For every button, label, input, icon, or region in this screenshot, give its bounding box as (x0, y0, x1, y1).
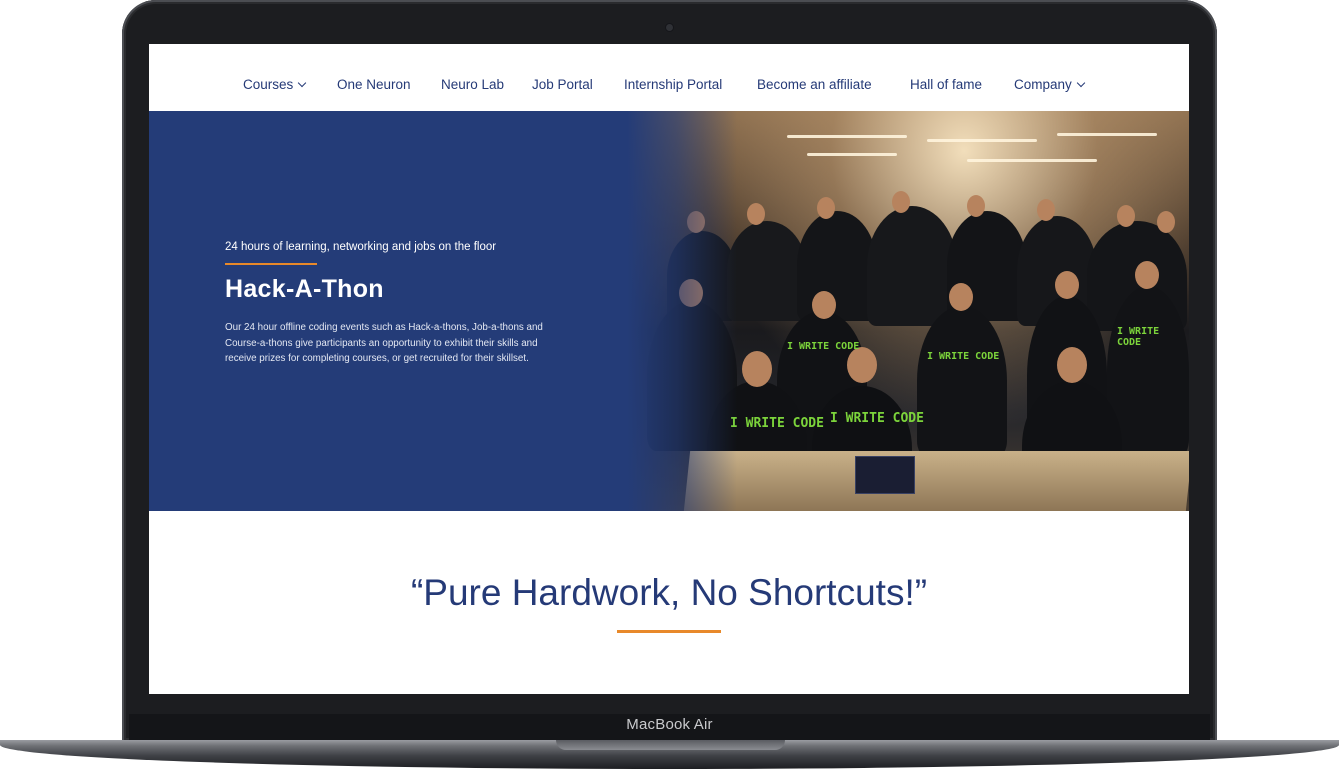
nav-become-affiliate[interactable]: Become an affiliate (757, 77, 872, 92)
nav-courses[interactable]: Courses (243, 77, 307, 92)
nav-company-label: Company (1014, 77, 1072, 92)
shirt-text: I WRITE CODE (1117, 326, 1160, 348)
laptop-hinge-notch (556, 740, 785, 750)
shirt-text: I WRITE CODE (830, 411, 924, 426)
nav-hall-of-fame[interactable]: Hall of fame (910, 77, 982, 92)
hero-title: Hack-A-Thon (225, 275, 384, 303)
nav-job-portal[interactable]: Job Portal (532, 77, 593, 92)
chevron-down-icon (1076, 78, 1086, 88)
nav-internship-portal[interactable]: Internship Portal (624, 77, 722, 92)
hero-eyebrow: 24 hours of learning, networking and job… (225, 241, 497, 253)
desk-decoration (683, 451, 1189, 511)
laptop-screen: Courses One Neuron Neuro Lab Job Portal … (149, 44, 1189, 694)
device-model-label: MacBook Air (626, 716, 713, 733)
nav-neuro-lab[interactable]: Neuro Lab (441, 77, 504, 92)
webcam-icon (666, 24, 673, 31)
mockup-stage: Courses One Neuron Neuro Lab Job Portal … (0, 0, 1339, 769)
motto-quote: “Pure Hardwork, No Shortcuts!” (410, 572, 928, 613)
shirt-text: I WRITE CODE (927, 351, 1000, 362)
hackathon-crowd-photo: I WRITE CODE I WRITE CODE I WRITE CODE I… (627, 111, 1189, 511)
hero-description: Our 24 hour offline coding events such a… (225, 322, 543, 364)
motto-underline (617, 630, 721, 633)
nav-company[interactable]: Company (1014, 77, 1086, 92)
chevron-down-icon (298, 78, 307, 88)
desk-laptop-decoration (855, 456, 915, 494)
hero-eyebrow-underline (225, 263, 317, 265)
shirt-text: I WRITE CODE (787, 341, 860, 352)
shirt-text: I WRITE CODE (730, 416, 824, 431)
main-navbar: Courses One Neuron Neuro Lab Job Portal … (149, 44, 1189, 111)
hero-banner: I WRITE CODE I WRITE CODE I WRITE CODE I… (149, 111, 1189, 511)
photo-fade-overlay (627, 111, 737, 511)
nav-courses-label: Courses (243, 77, 294, 92)
nav-one-neuron[interactable]: One Neuron (337, 77, 411, 92)
